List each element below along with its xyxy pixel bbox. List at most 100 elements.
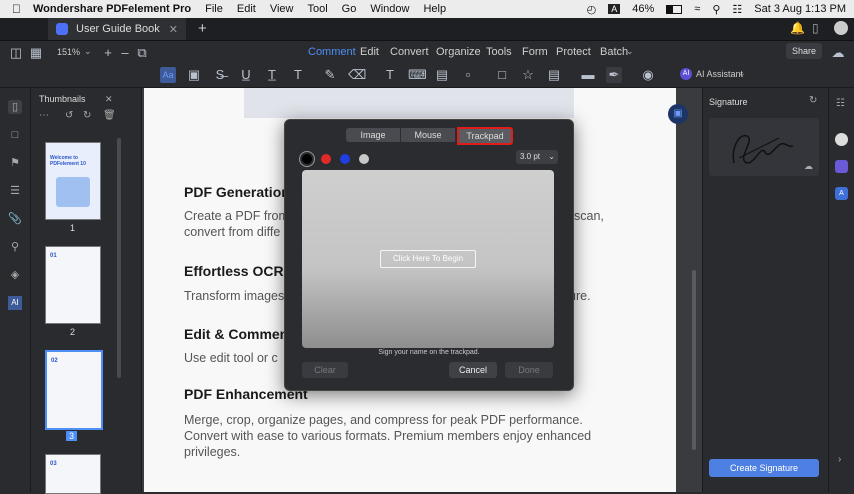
tab-edit[interactable]: Edit <box>360 46 379 58</box>
menu-help[interactable]: Help <box>423 3 446 15</box>
shape-icon[interactable]: □ <box>494 67 510 83</box>
ai-logo-icon[interactable]: AI <box>680 68 692 80</box>
batch-dropdown-icon[interactable]: ⌄ <box>626 46 634 57</box>
cloud-icon[interactable]: ☁ <box>804 161 813 172</box>
thumbnails-icon[interactable]: ▯ <box>8 100 22 114</box>
done-button[interactable]: Done <box>505 362 553 378</box>
comments-icon[interactable]: □ <box>8 128 22 142</box>
eraser-icon[interactable]: ⌫ <box>348 67 366 83</box>
zoom-in-icon[interactable]: + <box>100 45 116 61</box>
page-thumbnail[interactable]: 01 <box>45 246 101 324</box>
pen-icon[interactable]: ✎ <box>322 67 338 83</box>
tab-batch[interactable]: Batch <box>600 46 628 58</box>
tab-image[interactable]: Image <box>346 128 400 142</box>
menu-file[interactable]: File <box>205 3 223 15</box>
cancel-button[interactable]: Cancel <box>449 362 497 378</box>
insert-text-icon[interactable]: T̲ <box>264 67 280 83</box>
search-icon[interactable]: ⚲ <box>8 240 22 254</box>
layout-icon[interactable]: ▦ <box>28 45 44 61</box>
tab-comment[interactable]: Comment <box>308 46 356 58</box>
cloud-upload-icon[interactable]: ☁ <box>830 45 846 61</box>
zoom-out-icon[interactable]: – <box>117 45 133 61</box>
strikethrough-icon[interactable]: S̶ <box>212 67 228 83</box>
menubar-datetime[interactable]: Sat 3 Aug 1:13 PM <box>754 3 846 15</box>
select-icon[interactable]: ⧉ <box>134 45 150 61</box>
new-tab-button[interactable]: + <box>198 20 207 37</box>
menu-view[interactable]: View <box>270 3 294 15</box>
menu-edit[interactable]: Edit <box>237 3 256 15</box>
layers-list-icon[interactable]: ☰ <box>8 184 22 198</box>
page-thumbnail[interactable]: Welcome to PDFelement 10 <box>45 142 101 220</box>
sidebar-toggle-icon[interactable]: ◫ <box>8 45 24 61</box>
share-button[interactable]: Share <box>786 43 822 59</box>
rotate-left-icon[interactable]: ↺ <box>65 110 73 121</box>
text-style-icon[interactable]: Aa <box>160 67 176 83</box>
floating-tool-icon[interactable]: ▣ <box>668 104 688 124</box>
attachment-icon[interactable]: 📎 <box>8 212 22 226</box>
spotlight-icon[interactable]: ⚲ <box>712 3 720 16</box>
menu-window[interactable]: Window <box>370 3 409 15</box>
text-box-icon[interactable]: T <box>382 67 398 83</box>
signature-tool-icon[interactable]: ✒ <box>606 67 622 83</box>
menu-tool[interactable]: Tool <box>307 3 327 15</box>
chat-bot-icon[interactable] <box>835 133 848 146</box>
menu-go[interactable]: Go <box>342 3 357 15</box>
apple-icon[interactable]:  <box>12 2 21 16</box>
create-signature-button[interactable]: Create Signature <box>709 459 819 477</box>
zoom-dropdown-icon[interactable]: ⌄ <box>84 46 92 57</box>
color-gray[interactable] <box>359 154 369 164</box>
page-thumbnail[interactable]: 03 <box>45 454 101 494</box>
control-center-icon[interactable]: ☷ <box>732 3 742 16</box>
close-panel-icon[interactable]: ✕ <box>105 94 113 105</box>
battery-icon[interactable] <box>666 4 683 14</box>
underline-icon[interactable]: U̲ <box>238 67 254 83</box>
check-app-icon[interactable] <box>835 160 848 173</box>
stamp-icon[interactable]: ☆ <box>520 67 536 83</box>
device-icon[interactable]: ▯ <box>812 21 819 35</box>
color-black[interactable] <box>302 154 312 164</box>
wifi-icon[interactable]: ≈ <box>694 3 700 15</box>
eye-icon[interactable]: ◉ <box>640 67 656 83</box>
user-avatar[interactable] <box>834 21 848 35</box>
expand-icon[interactable]: › <box>838 454 841 465</box>
tab-organize[interactable]: Organize <box>436 46 481 58</box>
trackpad-signing-area[interactable]: Click Here To Begin <box>302 170 554 348</box>
click-to-begin-button[interactable]: Click Here To Begin <box>380 250 476 268</box>
replace-text-icon[interactable]: T <box>290 67 306 83</box>
tab-protect[interactable]: Protect <box>556 46 591 58</box>
input-source-badge[interactable]: A <box>608 4 621 14</box>
ai-dropdown-icon[interactable]: ⌄ <box>738 68 746 79</box>
more-options-icon[interactable]: ⋯ <box>39 110 49 121</box>
document-tab[interactable]: User Guide Book ✕ <box>48 18 186 40</box>
rotate-right-icon[interactable]: ↻ <box>83 110 91 121</box>
stack-icon[interactable]: ◈ <box>8 268 22 282</box>
app-name[interactable]: Wondershare PDFelement Pro <box>33 3 191 15</box>
color-red[interactable] <box>321 154 331 164</box>
note-icon[interactable]: ▫ <box>460 67 476 83</box>
attach-icon[interactable]: ▬ <box>580 67 596 83</box>
tab-tools[interactable]: Tools <box>486 46 512 58</box>
page-thumbnail-selected[interactable]: 02 <box>45 350 103 430</box>
bookmark-icon[interactable]: ⚑ <box>8 156 22 170</box>
tab-form[interactable]: Form <box>522 46 548 58</box>
area-highlight-icon[interactable]: ▣ <box>186 67 202 83</box>
close-tab-icon[interactable]: ✕ <box>169 23 178 36</box>
clear-button[interactable]: Clear <box>302 362 348 378</box>
measure-icon[interactable]: ▤ <box>546 67 562 83</box>
translate-app-icon[interactable]: A <box>835 187 848 200</box>
color-blue[interactable] <box>340 154 350 164</box>
stroke-width-select[interactable]: 3.0 pt ⌄ <box>516 150 558 164</box>
callout-icon[interactable]: ▤ <box>434 67 450 83</box>
doc-scrollbar[interactable] <box>692 270 696 450</box>
notification-icon[interactable]: 🔔 <box>790 21 805 35</box>
tab-mouse[interactable]: Mouse <box>401 128 455 142</box>
ai-icon[interactable]: AI <box>8 296 22 310</box>
refresh-icon[interactable]: ↻ <box>809 95 817 106</box>
time-machine-icon[interactable]: ◴ <box>587 3 597 16</box>
ai-assistant-button[interactable]: AI Assistant <box>696 69 743 79</box>
text-field-icon[interactable]: ⌨ <box>408 67 427 83</box>
delete-page-icon[interactable]: 🗑 <box>103 110 116 121</box>
saved-signature[interactable]: ☁ <box>709 118 819 176</box>
tab-trackpad[interactable]: Trackpad <box>457 127 513 145</box>
grid-icon[interactable]: ☷ <box>836 98 845 109</box>
